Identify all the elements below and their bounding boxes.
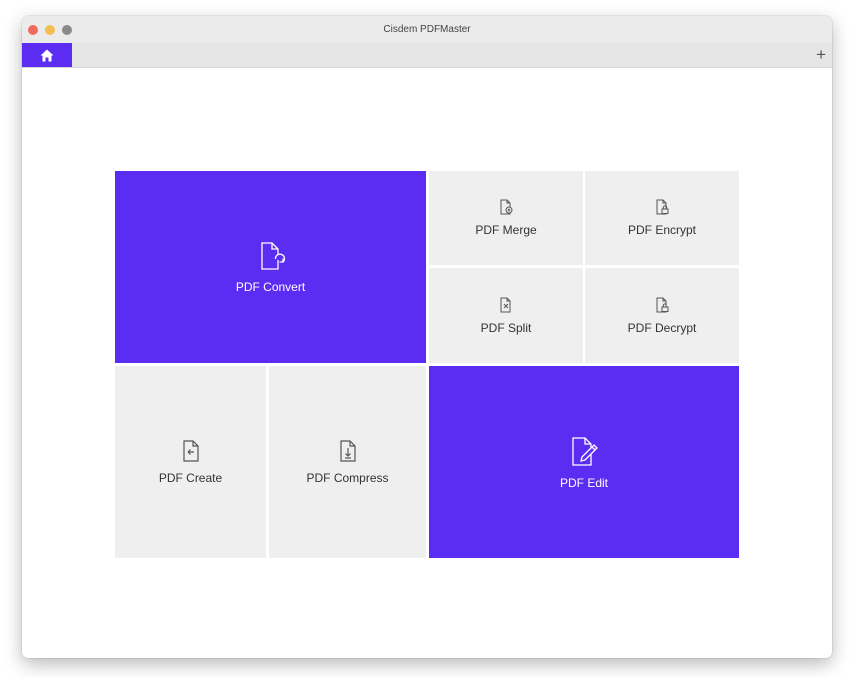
split-icon (500, 297, 511, 312)
pdf-create-tile[interactable]: PDF Create (115, 366, 266, 558)
pdf-merge-tile[interactable]: PDF Merge (429, 171, 583, 265)
home-tab[interactable] (22, 43, 72, 67)
create-icon (182, 439, 199, 462)
pdf-encrypt-tile[interactable]: PDF Encrypt (585, 171, 739, 265)
window-title: Cisdem PDFMaster (383, 24, 471, 35)
pdf-compress-label: PDF Compress (306, 470, 389, 485)
add-tab-button[interactable]: + (816, 44, 826, 66)
pdf-encrypt-label: PDF Encrypt (627, 223, 696, 237)
decrypt-icon (656, 297, 669, 312)
pdf-edit-label: PDF Edit (559, 475, 608, 490)
encrypt-icon (656, 199, 669, 215)
app-window: Cisdem PDFMaster + PDF Convert PDF Merge… (22, 16, 832, 658)
pdf-convert-tile[interactable]: PDF Convert (115, 171, 426, 363)
pdf-split-tile[interactable]: PDF Split (429, 268, 583, 363)
pdf-decrypt-tile[interactable]: PDF Decrypt (585, 268, 739, 363)
pdf-create-label: PDF Create (158, 470, 223, 485)
home-icon (40, 49, 54, 61)
compress-icon (339, 439, 356, 462)
title-bar: Cisdem PDFMaster (22, 16, 832, 43)
pdf-edit-tile[interactable]: PDF Edit (429, 366, 739, 558)
merge-icon (500, 199, 513, 215)
tab-bar: + (22, 43, 832, 68)
convert-icon (260, 241, 285, 270)
pdf-convert-label: PDF Convert (235, 279, 306, 294)
window-controls (28, 25, 72, 35)
pdf-decrypt-label: PDF Decrypt (627, 320, 697, 335)
pdf-split-label: PDF Split (480, 320, 532, 335)
close-window-button[interactable] (28, 25, 38, 35)
tools-grid: PDF Convert PDF Merge PDF Encrypt PDF Sp… (115, 171, 739, 558)
pdf-merge-label: PDF Merge (475, 223, 537, 237)
minimize-window-button[interactable] (45, 25, 55, 35)
pdf-compress-tile[interactable]: PDF Compress (269, 366, 426, 558)
edit-icon (572, 436, 598, 466)
zoom-window-button[interactable] (62, 25, 72, 35)
